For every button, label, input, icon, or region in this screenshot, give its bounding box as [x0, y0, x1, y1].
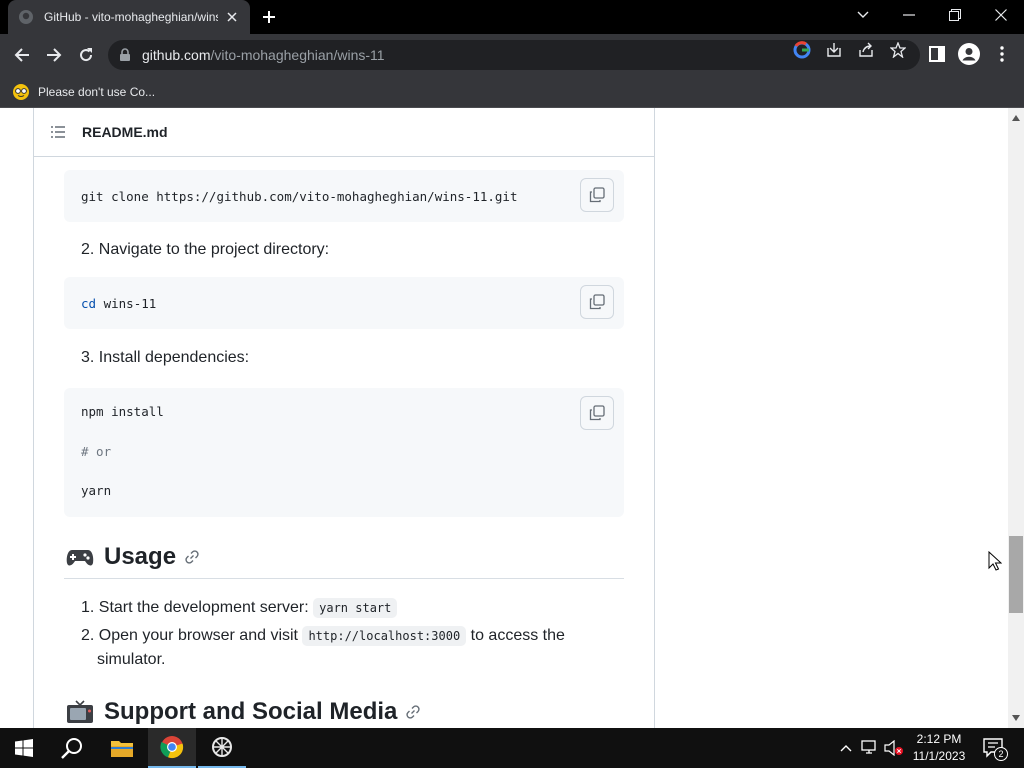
side-panel-icon[interactable]: [926, 43, 948, 65]
link-icon[interactable]: [405, 704, 421, 720]
usage-list-item-1: 1. Start the development server: yarn st…: [81, 596, 398, 620]
forward-button[interactable]: [42, 43, 66, 67]
nerd-face-icon: [13, 84, 29, 100]
taskbar-chrome[interactable]: [148, 728, 196, 768]
tray-overflow-icon[interactable]: [836, 738, 856, 758]
inline-code: yarn start: [313, 598, 398, 618]
heading-divider: [64, 578, 624, 579]
code-keyword: cd: [81, 296, 97, 311]
mouse-cursor-icon: [988, 551, 1002, 571]
menu-kebab-icon[interactable]: [991, 43, 1013, 65]
share-icon[interactable]: [857, 41, 875, 59]
install-app-icon[interactable]: [825, 41, 843, 59]
usage-heading: Usage: [66, 543, 200, 571]
usage-heading-text: Usage: [104, 543, 177, 570]
bookmark-label: Please don't use Co...: [38, 85, 156, 99]
bookmark-star-icon[interactable]: [889, 41, 907, 59]
pie-app-icon: [212, 737, 232, 757]
network-icon[interactable]: [860, 738, 880, 758]
tab-close-icon[interactable]: [224, 9, 240, 25]
system-clock[interactable]: 2:12 PM 11/1/2023: [906, 731, 972, 765]
code-arg: wins-11: [96, 296, 157, 311]
minimize-button[interactable]: [886, 0, 932, 30]
browser-tab[interactable]: GitHub - vito-mohagheghian/wins-11: [8, 0, 250, 34]
usage-item-text: 2. Open your browser and visit: [81, 627, 298, 644]
notification-center-button[interactable]: 2: [980, 734, 1008, 762]
windows-logo-icon: [15, 739, 33, 757]
television-icon: [67, 700, 93, 723]
chrome-icon: [160, 736, 184, 759]
outline-list-icon[interactable]: [50, 124, 66, 140]
scrollbar-thumb[interactable]: [1009, 536, 1023, 613]
code-block-clone: git clone https://github.com/vito-mohagh…: [64, 170, 624, 222]
clock-time: 2:12 PM: [916, 732, 962, 746]
usage-item-suffix: to access the: [470, 627, 565, 644]
code-comment[interactable]: # or: [81, 444, 111, 459]
copy-button[interactable]: [580, 285, 614, 319]
usage-item-text: 1. Start the development server:: [81, 599, 309, 616]
usage-list-item-2: 2. Open your browser and visit http://lo…: [81, 624, 565, 648]
page-scrollbar[interactable]: [1008, 108, 1024, 728]
bookmark-item[interactable]: Please don't use Co...: [12, 81, 155, 103]
tab-search-icon[interactable]: [840, 0, 886, 30]
scroll-up-arrow-icon[interactable]: [1012, 114, 1020, 122]
inline-code: http://localhost:3000: [302, 626, 467, 646]
taskbar-file-explorer[interactable]: [98, 728, 146, 768]
copy-icon: [589, 187, 605, 203]
link-icon[interactable]: [184, 549, 200, 565]
web-page: README.md git clone https://github.com/v…: [0, 108, 1008, 728]
lock-icon: [120, 48, 130, 61]
reload-button[interactable]: [74, 43, 98, 67]
scroll-down-arrow-icon[interactable]: [1012, 714, 1020, 722]
search-button[interactable]: [48, 728, 96, 768]
profile-avatar-icon[interactable]: [958, 43, 980, 65]
code-line[interactable]: cd wins-11: [81, 296, 156, 311]
new-tab-button[interactable]: [258, 7, 280, 27]
copy-icon: [589, 405, 605, 421]
copy-button[interactable]: [580, 396, 614, 430]
code-line[interactable]: git clone https://github.com/vito-mohagh…: [81, 189, 518, 204]
readme-header: README.md: [34, 108, 654, 157]
google-lens-icon[interactable]: [793, 41, 811, 59]
github-icon: [19, 10, 33, 24]
tab-strip: GitHub - vito-mohagheghian/wins-11: [0, 0, 1024, 34]
support-heading-text: Support and Social Media: [104, 698, 398, 725]
browser-toolbar: github.com/vito-mohagheghian/wins-11: [0, 34, 1024, 76]
code-block-cd: cd wins-11: [64, 277, 624, 329]
bookmarks-bar: Please don't use Co...: [0, 76, 1024, 108]
clock-date: 11/1/2023: [912, 749, 966, 763]
volume-muted-icon[interactable]: [884, 738, 904, 758]
support-heading: Support and Social Media: [66, 698, 421, 726]
close-window-button[interactable]: [978, 0, 1024, 30]
restore-button[interactable]: [932, 0, 978, 30]
url-text: github.com/vito-mohagheghian/wins-11: [142, 47, 385, 63]
copy-button[interactable]: [580, 178, 614, 212]
code-block-install: npm install # or yarn: [64, 388, 624, 517]
start-button[interactable]: [0, 728, 48, 768]
folder-icon: [111, 741, 133, 757]
notification-count-badge: 2: [994, 747, 1008, 761]
readme-filename: README.md: [82, 124, 168, 140]
copy-icon: [589, 294, 605, 310]
step-3-text: 3. Install dependencies:: [81, 349, 250, 366]
back-button[interactable]: [10, 43, 34, 67]
windows-taskbar: 2:12 PM 11/1/2023 2: [0, 728, 1024, 768]
game-controller-icon: [66, 550, 94, 566]
taskbar-app[interactable]: [198, 728, 246, 768]
step-2-text: 2. Navigate to the project directory:: [81, 241, 330, 258]
usage-item-continuation: simulator.: [97, 651, 166, 668]
search-icon: [61, 738, 82, 759]
tab-title: GitHub - vito-mohagheghian/wins-11: [44, 10, 218, 24]
code-line[interactable]: npm install: [81, 404, 164, 419]
code-line[interactable]: yarn: [81, 483, 111, 498]
